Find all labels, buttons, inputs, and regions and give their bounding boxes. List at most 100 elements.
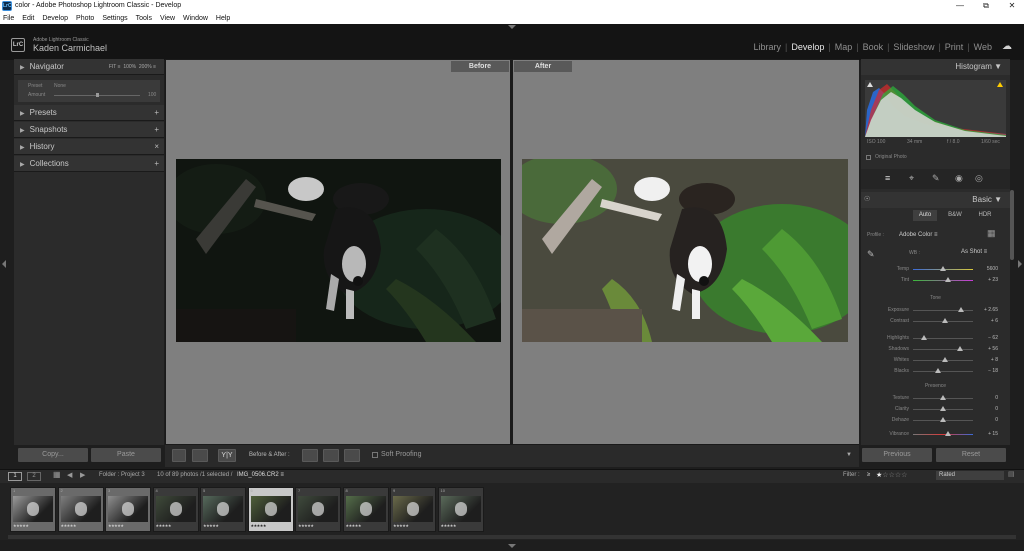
thumbnail-image[interactable] (440, 496, 481, 522)
menu-file[interactable]: File (3, 15, 14, 22)
history-header[interactable]: ▶ History × (14, 139, 164, 155)
grid-icon[interactable]: ▦ (53, 470, 61, 479)
maximize-icon[interactable]: ⧉ (979, 1, 993, 11)
minimize-icon[interactable]: — (953, 1, 967, 11)
menu-settings[interactable]: Settings (102, 15, 127, 22)
add-preset-icon[interactable]: + (154, 105, 159, 121)
right-panel-scrollbar[interactable] (1010, 190, 1014, 260)
collections-header[interactable]: ▶ Collections + (14, 156, 164, 172)
slider-dehaze[interactable]: Dehaze 0 (861, 415, 1010, 425)
filmstrip-thumbnail[interactable]: 5 ★★★★★ (200, 487, 246, 532)
menu-photo[interactable]: Photo (76, 15, 94, 22)
slider-value[interactable]: + 8 (991, 355, 998, 365)
filter-operator[interactable]: ≥ (867, 472, 870, 478)
before-photo[interactable] (176, 159, 501, 342)
thumbnail-image[interactable] (250, 496, 291, 522)
filmstrip-thumbnail[interactable]: 2 ★★★★★ (57, 487, 104, 532)
slider-value[interactable]: 0 (995, 393, 998, 403)
menu-edit[interactable]: Edit (22, 15, 34, 22)
filmstrip-thumbnail[interactable]: 3 ★★★★★ (105, 487, 151, 532)
filter-star-icon[interactable]: ☆ (901, 472, 907, 479)
slider-knob[interactable] (942, 357, 949, 362)
filter-rating[interactable]: ★☆☆☆☆ (876, 471, 907, 479)
thumbnail-rating[interactable]: ★★★★★ (108, 523, 124, 528)
slider-track[interactable] (913, 310, 973, 311)
slider-track[interactable] (913, 280, 973, 281)
copy-settings-icon[interactable] (323, 449, 339, 462)
module-slideshow[interactable]: Slideshow (889, 42, 938, 52)
filmstrip-thumbnail[interactable]: 7 ★★★★★ (295, 487, 341, 532)
slider-track[interactable] (913, 434, 973, 435)
slider-track[interactable] (913, 371, 973, 372)
back-arrow-icon[interactable]: ◀ (67, 471, 72, 479)
thumbnail-rating[interactable]: ★★★★★ (156, 523, 172, 528)
thumbnail-image[interactable] (60, 496, 101, 522)
slider-value[interactable]: + 23 (988, 275, 998, 285)
slider-value[interactable]: + 6 (991, 316, 998, 326)
module-book[interactable]: Book (859, 42, 888, 52)
reset-button[interactable]: Reset (936, 448, 1006, 462)
thumbnail-image[interactable] (298, 496, 338, 522)
compare-icon[interactable] (344, 449, 360, 462)
thumbnail-rating[interactable]: ★★★★★ (298, 523, 314, 528)
bottom-panel-toggle-icon[interactable] (508, 544, 516, 548)
slider-tint[interactable]: Tint + 23 (861, 275, 1010, 285)
primary-window-button[interactable]: 1 (8, 472, 22, 481)
forward-arrow-icon[interactable]: ▶ (80, 471, 85, 479)
folder-path[interactable]: Folder : Project 3 (99, 472, 145, 478)
presets-header[interactable]: ▶ Presets + (14, 105, 164, 121)
slider-value[interactable]: + 2.65 (984, 305, 998, 315)
slider-vibrance[interactable]: Vibrance + 15 (861, 429, 1010, 439)
thumbnail-rating[interactable]: ★★★★★ (203, 523, 219, 528)
filmstrip-thumbnail[interactable]: 9 ★★★★★ (390, 487, 436, 532)
module-library[interactable]: Library (749, 42, 785, 52)
top-panel-toggle-icon[interactable] (508, 25, 516, 29)
filmstrip-thumbnail[interactable]: 6 ★★★★★ (247, 487, 294, 532)
grid-view-icon[interactable] (192, 449, 208, 462)
slider-knob[interactable] (940, 406, 946, 411)
filmstrip-thumbnail[interactable]: 4 ★★★★★ (152, 487, 199, 532)
slider-whites[interactable]: Whites + 8 (861, 355, 1010, 365)
slider-value[interactable]: + 15 (988, 429, 998, 439)
slider-value[interactable]: − 62 (988, 333, 998, 343)
module-develop[interactable]: Develop (787, 42, 828, 52)
thumbnail-rating[interactable]: ★★★★★ (393, 523, 409, 528)
thumbnail-image[interactable] (108, 496, 148, 522)
module-map[interactable]: Map (831, 42, 857, 52)
filmstrip-thumbnail[interactable]: 10 ★★★★★ (437, 487, 484, 532)
module-web[interactable]: Web (970, 42, 996, 52)
snapshots-header[interactable]: ▶ Snapshots + (14, 122, 164, 138)
slider-blacks[interactable]: Blacks − 18 (861, 366, 1010, 376)
menu-help[interactable]: Help (216, 15, 230, 22)
navigator-header[interactable]: ▶ Navigator FIT ≡ 100% 200% ≡ (14, 59, 164, 75)
slider-shadows[interactable]: Shadows + 56 (861, 344, 1010, 354)
filter-lock-icon[interactable]: ▤ (1008, 470, 1015, 478)
before-after-mode-button[interactable]: Y|Y (218, 449, 236, 462)
slider-track[interactable] (913, 349, 973, 350)
menu-window[interactable]: Window (183, 15, 208, 22)
module-print[interactable]: Print (941, 42, 968, 52)
add-collection-icon[interactable]: + (154, 156, 159, 172)
menu-tools[interactable]: Tools (136, 15, 152, 22)
clear-history-icon[interactable]: × (154, 139, 159, 155)
thumbnail-image[interactable] (155, 496, 196, 522)
slider-knob[interactable] (934, 368, 941, 373)
thumbnail-rating[interactable]: ★★★★★ (61, 523, 77, 528)
toolbar-menu-icon[interactable]: ▼ (846, 452, 852, 458)
thumbnail-image[interactable] (13, 496, 53, 522)
thumbnail-image[interactable] (345, 496, 386, 522)
right-panel-toggle-icon[interactable] (1018, 260, 1022, 268)
slider-knob[interactable] (940, 417, 946, 422)
loupe-view-icon[interactable] (172, 449, 186, 462)
slider-exposure[interactable]: Exposure + 2.65 (861, 305, 1010, 315)
close-icon[interactable]: ✕ (1005, 1, 1019, 11)
swap-icon[interactable] (302, 449, 318, 462)
thumbnail-rating[interactable]: ★★★★★ (13, 523, 29, 528)
slider-value[interactable]: 0 (995, 404, 998, 414)
slider-knob[interactable] (944, 431, 951, 436)
cloud-icon[interactable]: ☁ (1002, 41, 1012, 52)
slider-temp[interactable]: Temp 5600 (861, 264, 1010, 274)
navigator-zoom-options[interactable]: FIT ≡ 100% 200% ≡ (109, 59, 156, 75)
slider-knob[interactable] (956, 346, 963, 351)
thumbnail-rating[interactable]: ★★★★★ (251, 523, 267, 528)
